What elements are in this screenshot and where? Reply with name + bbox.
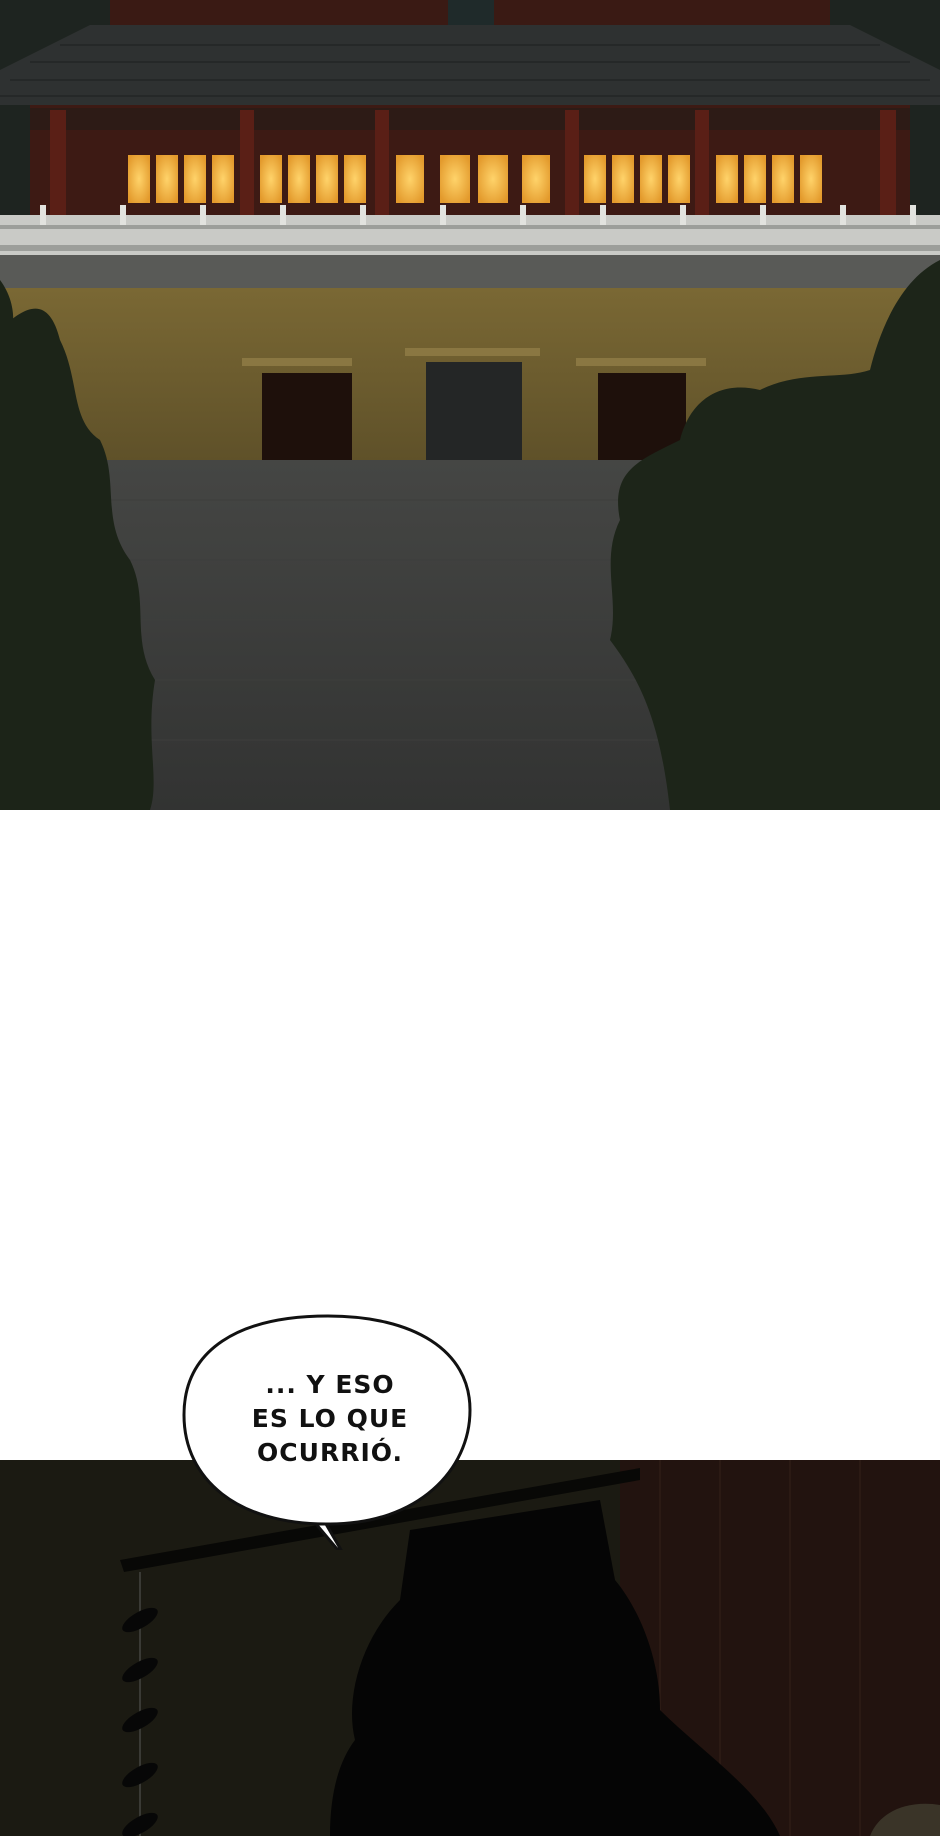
roof bbox=[0, 25, 940, 105]
door-center bbox=[426, 362, 522, 461]
door-left bbox=[262, 373, 352, 461]
speech-bubble-text: ... Y ESO ES LO QUE OCURRIÓ. bbox=[251, 1370, 409, 1467]
palace-panel bbox=[0, 0, 940, 810]
palace-illustration bbox=[0, 0, 940, 810]
